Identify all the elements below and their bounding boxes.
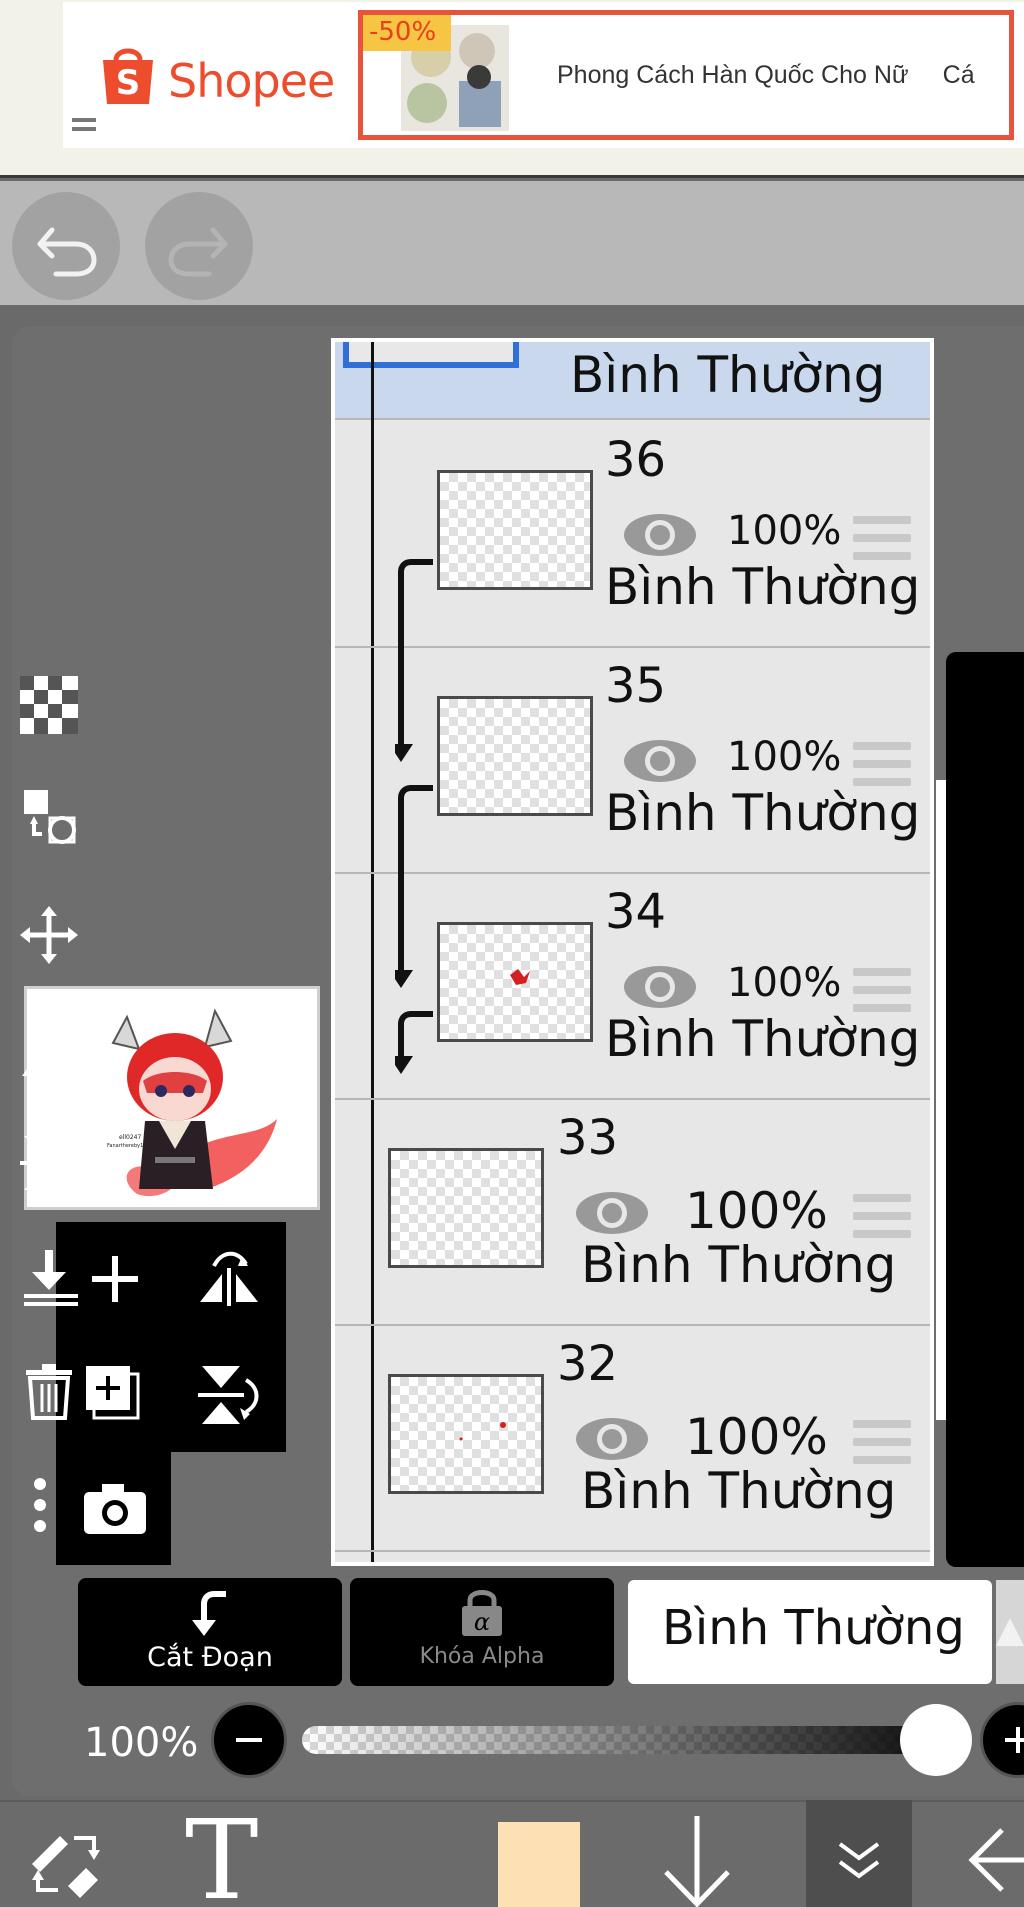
double-chevron-down-icon: [838, 1842, 880, 1879]
alpha-lock-label: Khóa Alpha: [419, 1644, 545, 1669]
flip-vertical-icon[interactable]: [194, 1360, 264, 1430]
layer-opacity: 100%: [685, 1408, 828, 1466]
layer-row[interactable]: 35 100% Bình Thường: [335, 648, 930, 988]
flip-horizontal-icon[interactable]: [194, 1244, 264, 1314]
layer-blend-mode: Bình Thường: [605, 558, 921, 616]
more-options-icon[interactable]: [20, 1476, 78, 1534]
blend-mode-select[interactable]: Bình Thường: [628, 1580, 992, 1684]
minus-icon: [236, 1738, 262, 1742]
ad-product-title-next: Cá: [942, 61, 975, 89]
layer-thumbnail[interactable]: [388, 1374, 544, 1494]
clipping-button[interactable]: Cắt Đoạn: [78, 1578, 342, 1686]
preview-caption-line2: Fanarthereby11: [107, 1143, 147, 1149]
layer-thumbnail-art: [459, 1422, 506, 1441]
selected-layer-thumbnail[interactable]: [343, 342, 519, 368]
layer-opacity: 100%: [727, 734, 842, 780]
svg-text:S: S: [116, 63, 141, 103]
collapse-button[interactable]: [806, 1800, 912, 1907]
layer-thumbnail[interactable]: [437, 696, 593, 816]
svg-text:α: α: [474, 1608, 490, 1636]
layer-row[interactable]: 33 100% Bình Thường: [335, 1100, 930, 1326]
drag-handle-icon[interactable]: [853, 516, 911, 560]
lock-alpha-icon: α: [462, 1590, 502, 1636]
redo-icon: [168, 227, 228, 277]
arrow-left-icon[interactable]: [966, 1820, 1024, 1900]
camera-icon[interactable]: [80, 1474, 150, 1544]
ad-product-title: Phong Cách Hàn Quốc Cho Nữ Cá: [557, 61, 975, 90]
select-layer-icon[interactable]: [20, 788, 78, 846]
transparent-layer-icon[interactable]: [20, 676, 78, 734]
preview-caption-line1: ell0247: [119, 1134, 141, 1141]
shopee-logo-text: Shopee: [168, 54, 335, 108]
blend-mode-dropdown-button[interactable]: [996, 1580, 1024, 1684]
trash-icon[interactable]: [20, 1362, 78, 1420]
plus-icon: [1005, 1727, 1024, 1753]
opacity-slider-knob[interactable]: [900, 1704, 972, 1776]
layer-opacity: 100%: [727, 960, 842, 1006]
arrow-down-icon[interactable]: [660, 1810, 734, 1907]
eye-icon[interactable]: [620, 510, 700, 560]
alpha-lock-button[interactable]: α Khóa Alpha: [350, 1578, 614, 1686]
layer-blend-mode: Bình Thường: [605, 1010, 921, 1068]
layer-number: 33: [557, 1110, 619, 1166]
layer-blend-mode: Bình Thường: [581, 1462, 897, 1520]
discount-badge: -50%: [363, 15, 451, 51]
layer-thumbnail-art: [510, 969, 530, 985]
opacity-slider[interactable]: [302, 1726, 972, 1754]
add-layer-icon[interactable]: [80, 1244, 150, 1314]
ad-product-card[interactable]: -50% Phong Cách Hàn Quốc Cho Nữ Cá: [358, 10, 1014, 140]
layer-thumbnail[interactable]: [437, 470, 593, 590]
eye-icon[interactable]: [620, 736, 700, 786]
layer-number: 36: [605, 432, 667, 488]
duplicate-layer-icon[interactable]: [80, 1360, 150, 1430]
selected-layer-row[interactable]: Bình Thường: [335, 342, 930, 420]
shopee-bag-icon: S: [103, 48, 153, 104]
move-icon[interactable]: [20, 906, 78, 964]
clipping-label: Cắt Đoạn: [147, 1642, 273, 1673]
layer-thumbnail[interactable]: [437, 922, 593, 1042]
drag-handle-icon[interactable]: [853, 1420, 911, 1464]
opacity-decrease-button[interactable]: [211, 1702, 287, 1778]
clip-arrow-icon: [395, 1011, 433, 1074]
layer-panel[interactable]: Bình Thường 36 100% Bình Thường 35 100% …: [331, 338, 934, 1566]
triangle-up-icon: [996, 1618, 1024, 1646]
drag-handle-icon[interactable]: [853, 1194, 911, 1238]
ad-menu-icon[interactable]: [72, 118, 96, 136]
layer-row[interactable]: 34 100% Bình Thường: [335, 874, 930, 1100]
layer-number: 32: [557, 1336, 619, 1392]
merge-down-icon[interactable]: [20, 1248, 78, 1306]
layer-blend-mode: Bình Thường: [581, 1236, 897, 1294]
layer-row[interactable]: 32 100% Bình Thường: [335, 1326, 930, 1552]
eye-icon[interactable]: [572, 1188, 652, 1238]
current-color-swatch[interactable]: [498, 1822, 580, 1907]
brush-eraser-swap-icon[interactable]: [24, 1820, 108, 1904]
layer-row[interactable]: 36 100% Bình Thường: [335, 422, 930, 762]
layer-opacity: 100%: [685, 1182, 828, 1240]
layer-thumbnail[interactable]: [388, 1148, 544, 1268]
text-tool-button[interactable]: T: [185, 1805, 258, 1907]
opacity-increase-button[interactable]: [980, 1702, 1024, 1778]
blend-mode-value: Bình Thường: [662, 1600, 965, 1656]
eye-icon[interactable]: [572, 1414, 652, 1464]
eye-icon[interactable]: [620, 962, 700, 1012]
clipping-arrow-icon: [192, 1591, 226, 1636]
undo-icon: [37, 227, 97, 277]
drag-handle-icon[interactable]: [853, 742, 911, 786]
drag-handle-icon[interactable]: [853, 968, 911, 1012]
redo-button[interactable]: [145, 192, 253, 300]
flip-horizontal-icon[interactable]: [20, 1020, 78, 1078]
undo-button[interactable]: [12, 192, 120, 300]
ad-product-title-main: Phong Cách Hàn Quốc Cho Nữ: [557, 61, 909, 89]
layer-blend-mode: Bình Thường: [570, 346, 886, 404]
layer-opacity: 100%: [727, 508, 842, 554]
flip-vertical-icon[interactable]: [20, 1134, 78, 1192]
layer-number: 35: [605, 658, 667, 714]
layer-blend-mode: Bình Thường: [605, 784, 921, 842]
layer-number: 34: [605, 884, 667, 940]
right-tool-bar: [946, 652, 1024, 1567]
opacity-value-label: 100%: [84, 1720, 199, 1766]
